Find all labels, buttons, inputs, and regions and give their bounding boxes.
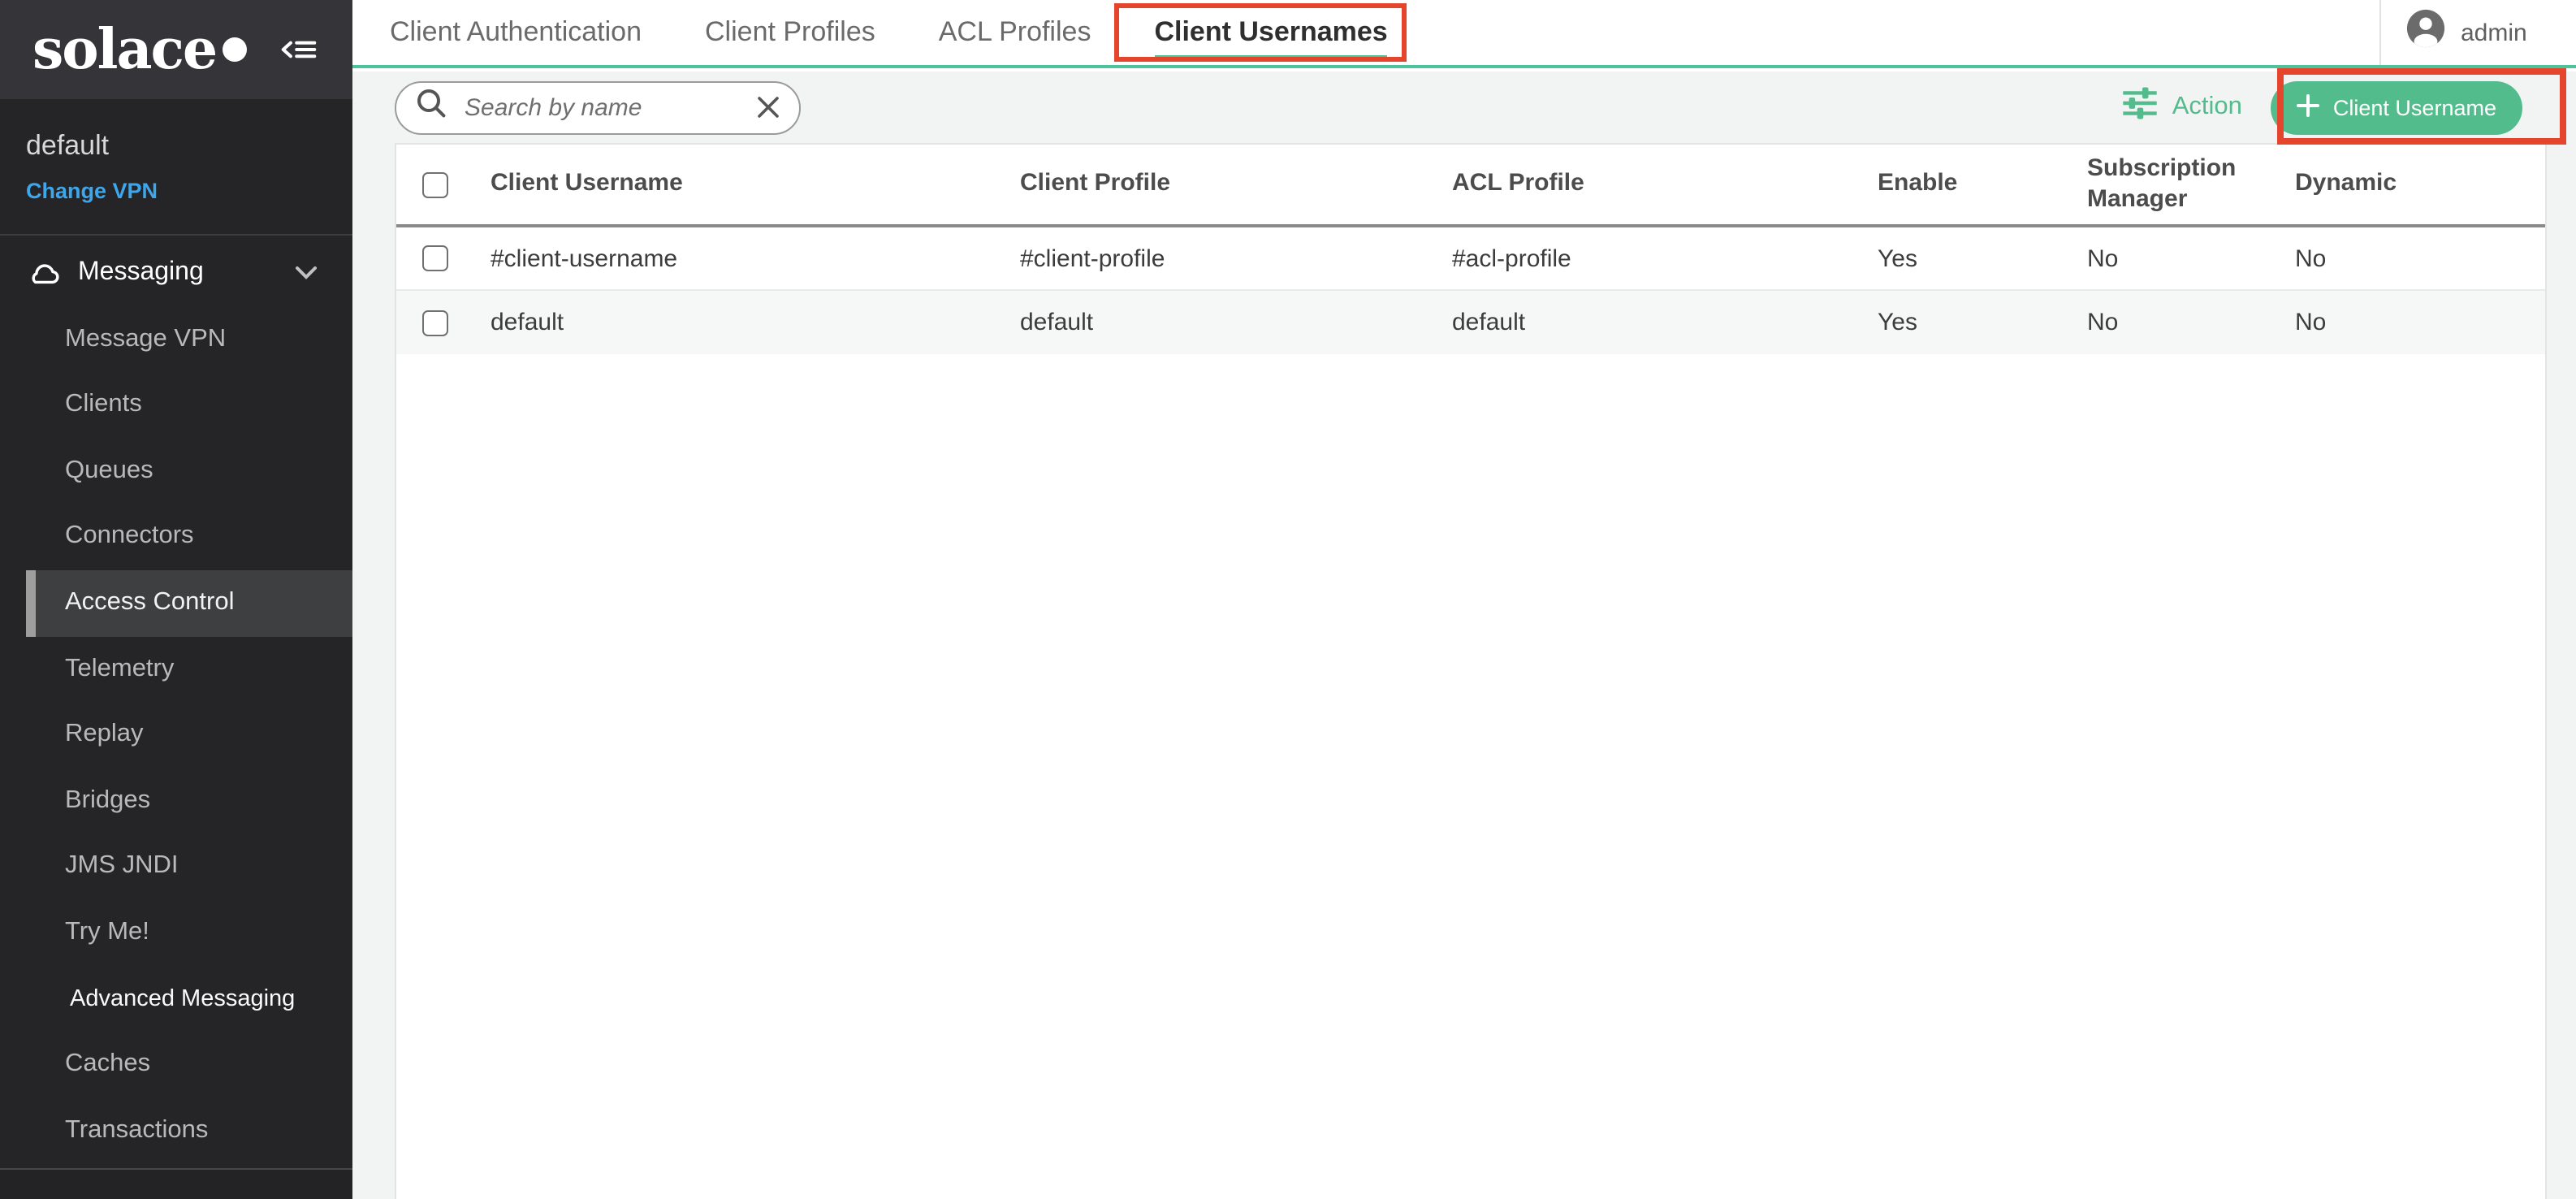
table-header-row: Client Username Client Profile ACL Profi… (396, 145, 2545, 227)
sidebar-item-access-control[interactable]: Access Control (26, 570, 352, 636)
sidebar-footer-strip (0, 1168, 352, 1199)
sidebar-item-clients[interactable]: Clients (0, 372, 352, 438)
action-filter-icon (2124, 86, 2158, 128)
plus-icon (2297, 93, 2320, 121)
toolbar: Action Client Username (352, 71, 2576, 143)
clear-search-icon[interactable] (757, 96, 780, 119)
vpn-block: default Change VPN (0, 99, 352, 236)
collapse-sidebar-icon[interactable] (281, 36, 317, 63)
cell-acl-profile: default (1426, 309, 1852, 336)
user-name: admin (2461, 19, 2527, 46)
cell-subscription-manager: No (2061, 245, 2269, 272)
solace-logo-dot (223, 37, 247, 62)
sidebar-item-connectors[interactable]: Connectors (0, 504, 352, 570)
select-all-checkbox[interactable] (422, 171, 448, 197)
tab-client-usernames[interactable]: Client Usernames (1154, 0, 1387, 65)
avatar-icon (2405, 8, 2446, 57)
change-vpn-link[interactable]: Change VPN (26, 178, 326, 202)
cell-acl-profile: #acl-profile (1426, 245, 1852, 272)
tab-client-profiles[interactable]: Client Profiles (705, 0, 875, 65)
main-area: Client Authentication Client Profiles AC… (352, 0, 2576, 1199)
sidebar-item-queues[interactable]: Queues (0, 439, 352, 504)
toolbar-actions: Action Client Username (2124, 80, 2522, 134)
sidebar-item-bridges[interactable]: Bridges (0, 768, 352, 834)
solace-logo: solace (32, 22, 216, 77)
sidebar-item-jms-jndi[interactable]: JMS JNDI (0, 834, 352, 900)
sidebar-item-try-me[interactable]: Try Me! (0, 900, 352, 966)
column-header: Client Username (465, 169, 994, 200)
sidebar: solace default Change VPN (0, 0, 352, 1199)
row-checkbox[interactable] (422, 309, 448, 335)
column-header: Dynamic (2269, 169, 2545, 200)
sidebar-item-messaging[interactable]: Messaging (0, 240, 352, 306)
action-label: Action (2172, 93, 2242, 122)
column-header: Enable (1852, 169, 2061, 200)
vpn-name: default (26, 132, 326, 162)
column-header: Subscription Manager (2061, 154, 2269, 215)
sidebar-item-replay[interactable]: Replay (0, 702, 352, 768)
client-usernames-table: Client Username Client Profile ACL Profi… (395, 143, 2547, 1199)
sidebar-item-caches[interactable]: Caches (0, 1032, 352, 1097)
cell-dynamic: No (2269, 245, 2545, 272)
search-box (395, 80, 801, 134)
add-client-username-button[interactable]: Client Username (2271, 80, 2522, 134)
column-header: ACL Profile (1426, 169, 1852, 200)
cell-enable: Yes (1852, 245, 2061, 272)
action-button[interactable]: Action (2124, 86, 2242, 128)
search-icon (416, 88, 447, 127)
cell-enable: Yes (1852, 309, 2061, 336)
content-area: Action Client Username Clien (352, 71, 2576, 1199)
sidebar-item-telemetry[interactable]: Telemetry (0, 636, 352, 702)
user-menu[interactable]: admin (2379, 0, 2576, 65)
tab-acl-profiles[interactable]: ACL Profiles (939, 0, 1091, 65)
sidebar-item-message-vpn[interactable]: Message VPN (0, 306, 352, 372)
row-checkbox[interactable] (422, 245, 448, 271)
column-header: Client Profile (994, 169, 1426, 200)
sidebar-item-transactions[interactable]: Transactions (0, 1097, 352, 1163)
cloud-icon (26, 260, 60, 288)
cell-client-profile: default (994, 309, 1426, 336)
cell-client-username: #client-username (465, 245, 994, 272)
add-button-label: Client Username (2333, 95, 2496, 119)
cell-client-username: default (465, 309, 994, 336)
sidebar-item-advanced-messaging[interactable]: Advanced Messaging (0, 966, 352, 1032)
table-row[interactable]: #client-username #client-profile #acl-pr… (396, 227, 2545, 291)
sidebar-nav: Messaging Message VPN Clients Queues Con… (0, 240, 352, 1164)
app-window: solace default Change VPN (0, 0, 2576, 1199)
cell-dynamic: No (2269, 309, 2545, 336)
cell-subscription-manager: No (2061, 309, 2269, 336)
cell-client-profile: #client-profile (994, 245, 1426, 272)
search-input[interactable] (461, 92, 742, 123)
chevron-down-icon (296, 267, 317, 280)
logo-bar: solace (0, 0, 352, 99)
sidebar-item-label: Messaging (78, 240, 204, 306)
table-row[interactable]: default default default Yes No No (396, 291, 2545, 354)
tab-bar: Client Authentication Client Profiles AC… (352, 0, 2576, 68)
tab-client-authentication[interactable]: Client Authentication (390, 0, 642, 65)
